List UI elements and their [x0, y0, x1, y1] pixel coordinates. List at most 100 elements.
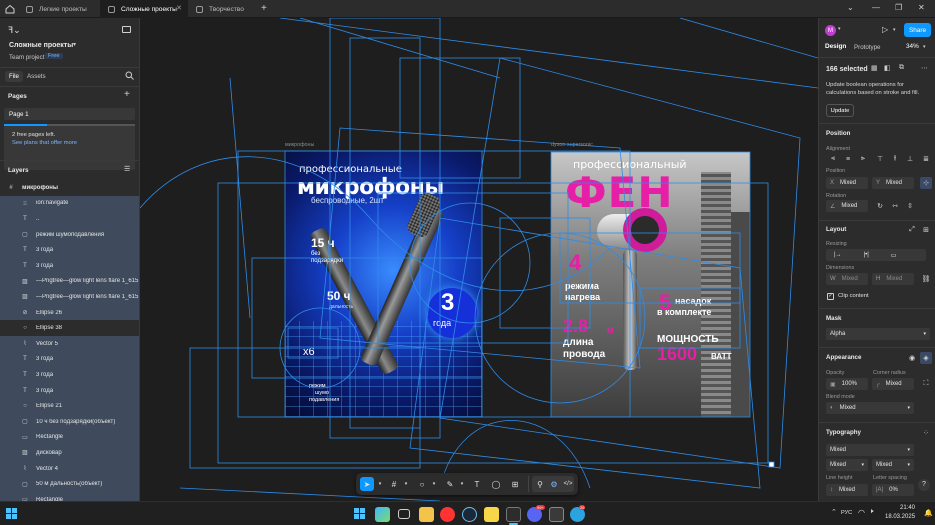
upgrade-link[interactable]: See plans that offer more	[12, 140, 77, 146]
layer-item[interactable]: ▢ 50 м дальность(объект)	[0, 476, 139, 492]
flip-vertical-icon[interactable]: ⇳	[904, 200, 916, 212]
chevron-down-icon[interactable]: ▾	[838, 26, 841, 32]
maximize-icon[interactable]: ❐	[895, 3, 902, 12]
move-tool[interactable]: ➤	[360, 477, 374, 491]
shape-tool[interactable]: ○	[416, 478, 428, 490]
windows-start-icon[interactable]	[354, 508, 365, 519]
app-icon[interactable]	[549, 507, 564, 522]
windows-start-icon[interactable]	[6, 508, 17, 519]
layer-item[interactable]: ⌇ Vector 5	[0, 336, 139, 352]
tab-design[interactable]: Design	[825, 43, 846, 50]
layer-item[interactable]: ▭ Rectangle	[0, 492, 139, 501]
line-height-field[interactable]: ↕ Mixed	[826, 484, 868, 496]
layer-item[interactable]: ⊘ Ellipse 26	[0, 304, 139, 321]
resize-fill-icon[interactable]: ▭	[891, 252, 897, 259]
new-tab-button[interactable]: +	[261, 3, 267, 14]
layer-item[interactable]: T 3 года	[0, 242, 139, 258]
font-style-select[interactable]: Mixed ▾	[826, 459, 868, 471]
layout-grid-icon[interactable]: ⊞	[920, 224, 932, 236]
more-options-icon[interactable]: ⋯	[921, 64, 928, 72]
mask-type-select[interactable]: Alpha ▾	[826, 328, 930, 340]
visibility-icon[interactable]: ◉	[906, 352, 918, 364]
letter-spacing-field[interactable]: |A| 0%	[872, 484, 914, 496]
chevron-down-icon[interactable]: ▾	[923, 44, 926, 50]
variable-mode-icon[interactable]: ◈	[920, 352, 932, 364]
layer-item[interactable]: ▭ Rectangle	[0, 429, 139, 446]
file-title[interactable]: Сложные проекты	[9, 42, 73, 49]
layer-item[interactable]: ⌇ Vector 4	[0, 460, 139, 477]
chevron-down-icon[interactable]: ▾	[73, 41, 76, 48]
rotate-icon[interactable]: ↻	[874, 200, 886, 212]
tab-complex-projects[interactable]: Сложные проекты ✕	[100, 0, 188, 18]
avatar[interactable]: M	[825, 25, 836, 36]
layer-item[interactable]: ○ Ellipse 21	[0, 398, 139, 414]
blend-mode-select[interactable]: ◐ Mixed ▾	[826, 402, 914, 414]
close-tab-icon[interactable]: ✕	[176, 4, 182, 12]
frame-tool[interactable]: #	[388, 478, 400, 490]
page-item-1[interactable]: Page 1	[4, 108, 135, 120]
layer-item[interactable]: ○ Ellipse 38	[0, 320, 139, 336]
canvas[interactable]: микрофоны dyson supersonic профессиональ…	[140, 18, 818, 501]
x-field[interactable]: X Mixed	[826, 177, 868, 189]
boolean-icon[interactable]: ◧	[884, 64, 891, 72]
distribute-icon[interactable]: ≣	[920, 153, 932, 165]
task-view-icon[interactable]	[398, 509, 410, 519]
layer-item[interactable]: T..	[0, 211, 139, 227]
tab-easy-projects[interactable]: Легкие проекты	[18, 0, 100, 18]
layer-item[interactable]: ▢ режим шумоподавления	[0, 226, 139, 243]
mask-icon[interactable]: ⧉	[899, 64, 904, 72]
minimize-icon[interactable]: —	[872, 3, 880, 12]
sidebar-toggle-icon[interactable]	[122, 26, 131, 33]
chevron-down-icon[interactable]: ▾	[400, 478, 412, 490]
chevron-down-icon[interactable]: ▾	[456, 478, 468, 490]
align-bottom-icon[interactable]: ⊥	[904, 153, 916, 165]
clip-content-checkbox[interactable]: ✓	[827, 293, 834, 300]
language-indicator[interactable]: РУС	[841, 510, 852, 516]
search-icon[interactable]	[125, 71, 134, 82]
opacity-field[interactable]: ▣ 100%	[826, 378, 868, 390]
flip-horizontal-icon[interactable]: ⇿	[889, 200, 901, 212]
layer-item[interactable]: ▨ —Pngtree—glow light lens flare 1_615152…	[0, 289, 139, 305]
widgets-icon[interactable]	[375, 507, 390, 522]
tab-prototype[interactable]: Prototype	[854, 44, 880, 51]
align-center-v-icon[interactable]: ⫲	[889, 153, 901, 165]
comment-tool[interactable]: ◯	[490, 478, 502, 490]
text-tool[interactable]: T	[471, 478, 483, 490]
tab-file[interactable]: File	[5, 71, 23, 82]
text-styles-icon[interactable]: ⁘	[920, 427, 932, 439]
resizing-hug-field[interactable]: |→ |•| ▭	[826, 249, 926, 261]
resize-fixed-icon[interactable]: |→	[834, 252, 842, 258]
file-explorer-icon[interactable]	[419, 507, 434, 522]
clock-date[interactable]: 18.03.2025	[885, 514, 915, 520]
play-icon[interactable]: ▷	[882, 25, 888, 34]
clock-time[interactable]: 21:40	[900, 505, 915, 511]
layers-options-icon[interactable]: ☰	[124, 165, 130, 173]
layer-item[interactable]: T 3 года	[0, 258, 139, 274]
layer-item[interactable]: T 3 года	[0, 382, 139, 399]
component-icon[interactable]: ▦	[871, 64, 878, 72]
resize-hug-icon[interactable]: |•|	[864, 252, 869, 258]
notifications-icon[interactable]: 🔔	[924, 509, 933, 517]
dev-mode-icon[interactable]: </>	[562, 478, 574, 490]
layer-frame[interactable]: # микрофоны	[0, 180, 139, 196]
align-top-icon[interactable]: ⊤	[874, 153, 886, 165]
font-family-select[interactable]: Mixed ▾	[826, 444, 914, 456]
layer-item[interactable]: T 3 года	[0, 367, 139, 383]
home-icon[interactable]	[5, 4, 15, 14]
align-left-icon[interactable]: ⫷	[827, 153, 839, 165]
update-button[interactable]: Update	[826, 104, 854, 117]
align-center-h-icon[interactable]: ≡	[842, 153, 854, 165]
yandex-browser-icon[interactable]	[440, 507, 455, 522]
zoom-level[interactable]: 34%	[906, 43, 919, 50]
tab-assets[interactable]: Assets	[27, 73, 46, 80]
rotation-field[interactable]: ∠ Mixed	[826, 200, 868, 212]
layer-item[interactable]: T 3 года	[0, 351, 139, 368]
chevron-down-icon[interactable]: ▾	[428, 478, 440, 490]
notes-icon[interactable]	[484, 507, 499, 522]
close-window-icon[interactable]: ✕	[918, 3, 925, 12]
independent-corners-icon[interactable]: ⛶	[920, 378, 932, 390]
layer-item[interactable]: ⁝⁝ ion:navigate	[0, 195, 139, 212]
constrain-proportions-icon[interactable]: ⛓	[920, 273, 932, 285]
main-menu-icon[interactable]: ꟻ⌄	[8, 25, 21, 36]
share-button[interactable]: Share	[904, 23, 931, 37]
